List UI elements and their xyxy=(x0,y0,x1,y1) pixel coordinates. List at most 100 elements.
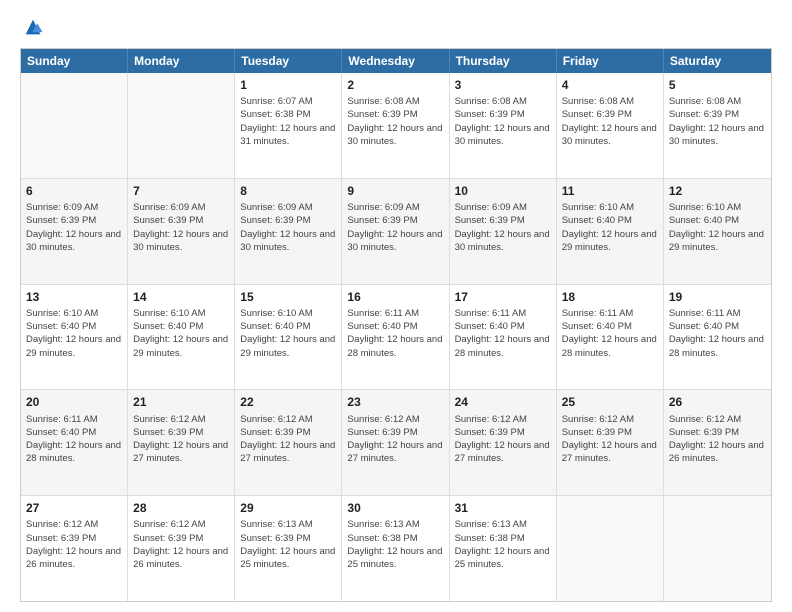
calendar-cell: 23Sunrise: 6:12 AM Sunset: 6:39 PM Dayli… xyxy=(342,390,449,495)
weekday-header: Friday xyxy=(557,49,664,73)
day-info: Sunrise: 6:10 AM Sunset: 6:40 PM Dayligh… xyxy=(26,307,122,360)
calendar-row: 20 Sunrise: 6:11 AM Sunset: 6:40 PM Dayli… xyxy=(21,389,771,495)
day-info: Sunrise: 6:08 AM Sunset: 6:39 PM Dayligh… xyxy=(347,95,443,148)
day-info: Sunrise: 6:10 AM Sunset: 6:40 PM Dayligh… xyxy=(240,307,336,360)
weekday-header: Wednesday xyxy=(342,49,449,73)
day-info: Sunrise: 6:11 AM Sunset: 6:40 PM Dayligh… xyxy=(347,307,443,360)
day-number: 10 xyxy=(455,183,551,199)
weekday-header: Tuesday xyxy=(235,49,342,73)
day-number: 29 xyxy=(240,500,336,516)
day-info: Sunrise: 6:09 AM Sunset: 6:39 PM Dayligh… xyxy=(455,201,551,254)
day-info: Sunrise: 6:12 AM Sunset: 6:39 PM Dayligh… xyxy=(347,413,443,466)
day-number: 19 xyxy=(669,289,766,305)
day-info: Sunrise: 6:12 AM Sunset: 6:39 PM Dayligh… xyxy=(133,518,229,571)
calendar-cell: 19 Sunrise: 6:11 AM Sunset: 6:40 PM Dayli… xyxy=(664,285,771,390)
calendar-row: 27 Sunrise: 6:12 AM Sunset: 6:39 PM Dayli… xyxy=(21,495,771,601)
day-number: 6 xyxy=(26,183,122,199)
calendar-row: 1 Sunrise: 6:07 AM Sunset: 6:38 PM Daylig… xyxy=(21,73,771,178)
day-number: 7 xyxy=(133,183,229,199)
calendar-cell: 12 Sunrise: 6:10 AM Sunset: 6:40 PM Dayli… xyxy=(664,179,771,284)
calendar-cell: 25 Sunrise: 6:12 AM Sunset: 6:39 PM Dayli… xyxy=(557,390,664,495)
day-number: 26 xyxy=(669,394,766,410)
day-info: Sunrise: 6:13 AM Sunset: 6:38 PM Dayligh… xyxy=(455,518,551,571)
calendar: SundayMondayTuesdayWednesdayThursdayFrid… xyxy=(20,48,772,602)
day-number: 12 xyxy=(669,183,766,199)
calendar-cell: 22 Sunrise: 6:12 AM Sunset: 6:39 PM Dayli… xyxy=(235,390,342,495)
calendar-cell: 5 Sunrise: 6:08 AM Sunset: 6:39 PM Daylig… xyxy=(664,73,771,178)
day-info: Sunrise: 6:11 AM Sunset: 6:40 PM Dayligh… xyxy=(26,413,122,466)
calendar-cell xyxy=(557,496,664,601)
calendar-cell: 10 Sunrise: 6:09 AM Sunset: 6:39 PM Dayli… xyxy=(450,179,557,284)
day-info: Sunrise: 6:12 AM Sunset: 6:39 PM Dayligh… xyxy=(562,413,658,466)
calendar-cell: 11 Sunrise: 6:10 AM Sunset: 6:40 PM Dayli… xyxy=(557,179,664,284)
calendar-row: 6 Sunrise: 6:09 AM Sunset: 6:39 PM Daylig… xyxy=(21,178,771,284)
day-number: 5 xyxy=(669,77,766,93)
weekday-header: Saturday xyxy=(664,49,771,73)
calendar-cell: 1 Sunrise: 6:07 AM Sunset: 6:38 PM Daylig… xyxy=(235,73,342,178)
day-number: 22 xyxy=(240,394,336,410)
day-info: Sunrise: 6:11 AM Sunset: 6:40 PM Dayligh… xyxy=(562,307,658,360)
day-info: Sunrise: 6:12 AM Sunset: 6:39 PM Dayligh… xyxy=(455,413,551,466)
calendar-cell xyxy=(128,73,235,178)
day-number: 20 xyxy=(26,394,122,410)
day-number: 1 xyxy=(240,77,336,93)
calendar-cell: 31 Sunrise: 6:13 AM Sunset: 6:38 PM Dayli… xyxy=(450,496,557,601)
day-number: 9 xyxy=(347,183,443,199)
day-info: Sunrise: 6:07 AM Sunset: 6:38 PM Dayligh… xyxy=(240,95,336,148)
calendar-cell: 14 Sunrise: 6:10 AM Sunset: 6:40 PM Dayli… xyxy=(128,285,235,390)
day-number: 18 xyxy=(562,289,658,305)
day-number: 8 xyxy=(240,183,336,199)
day-info: Sunrise: 6:10 AM Sunset: 6:40 PM Dayligh… xyxy=(669,201,766,254)
day-number: 31 xyxy=(455,500,551,516)
calendar-cell: 27 Sunrise: 6:12 AM Sunset: 6:39 PM Dayli… xyxy=(21,496,128,601)
day-info: Sunrise: 6:12 AM Sunset: 6:39 PM Dayligh… xyxy=(669,413,766,466)
day-info: Sunrise: 6:11 AM Sunset: 6:40 PM Dayligh… xyxy=(669,307,766,360)
calendar-cell: 4 Sunrise: 6:08 AM Sunset: 6:39 PM Daylig… xyxy=(557,73,664,178)
day-number: 3 xyxy=(455,77,551,93)
page-header xyxy=(20,16,772,38)
day-number: 15 xyxy=(240,289,336,305)
calendar-cell xyxy=(664,496,771,601)
day-number: 25 xyxy=(562,394,658,410)
day-number: 27 xyxy=(26,500,122,516)
calendar-header: SundayMondayTuesdayWednesdayThursdayFrid… xyxy=(21,49,771,73)
calendar-cell: 17 Sunrise: 6:11 AM Sunset: 6:40 PM Dayli… xyxy=(450,285,557,390)
weekday-header: Monday xyxy=(128,49,235,73)
day-info: Sunrise: 6:10 AM Sunset: 6:40 PM Dayligh… xyxy=(133,307,229,360)
day-info: Sunrise: 6:12 AM Sunset: 6:39 PM Dayligh… xyxy=(26,518,122,571)
calendar-cell: 13 Sunrise: 6:10 AM Sunset: 6:40 PM Dayli… xyxy=(21,285,128,390)
calendar-cell: 2Sunrise: 6:08 AM Sunset: 6:39 PM Daylig… xyxy=(342,73,449,178)
calendar-body: 1 Sunrise: 6:07 AM Sunset: 6:38 PM Daylig… xyxy=(21,73,771,601)
day-number: 13 xyxy=(26,289,122,305)
calendar-cell: 29 Sunrise: 6:13 AM Sunset: 6:39 PM Dayli… xyxy=(235,496,342,601)
day-info: Sunrise: 6:08 AM Sunset: 6:39 PM Dayligh… xyxy=(562,95,658,148)
calendar-cell: 16 Sunrise: 6:11 AM Sunset: 6:40 PM Dayli… xyxy=(342,285,449,390)
day-number: 14 xyxy=(133,289,229,305)
calendar-cell: 3 Sunrise: 6:08 AM Sunset: 6:39 PM Daylig… xyxy=(450,73,557,178)
calendar-cell: 26 Sunrise: 6:12 AM Sunset: 6:39 PM Dayli… xyxy=(664,390,771,495)
day-number: 28 xyxy=(133,500,229,516)
calendar-cell: 15 Sunrise: 6:10 AM Sunset: 6:40 PM Dayli… xyxy=(235,285,342,390)
day-number: 16 xyxy=(347,289,443,305)
calendar-cell: 8Sunrise: 6:09 AM Sunset: 6:39 PM Daylig… xyxy=(235,179,342,284)
day-info: Sunrise: 6:08 AM Sunset: 6:39 PM Dayligh… xyxy=(669,95,766,148)
weekday-header: Thursday xyxy=(450,49,557,73)
calendar-cell xyxy=(21,73,128,178)
calendar-cell: 7 Sunrise: 6:09 AM Sunset: 6:39 PM Daylig… xyxy=(128,179,235,284)
day-number: 11 xyxy=(562,183,658,199)
day-number: 4 xyxy=(562,77,658,93)
day-info: Sunrise: 6:10 AM Sunset: 6:40 PM Dayligh… xyxy=(562,201,658,254)
day-info: Sunrise: 6:13 AM Sunset: 6:39 PM Dayligh… xyxy=(240,518,336,571)
calendar-cell: 6Sunrise: 6:09 AM Sunset: 6:39 PM Daylig… xyxy=(21,179,128,284)
day-info: Sunrise: 6:08 AM Sunset: 6:39 PM Dayligh… xyxy=(455,95,551,148)
calendar-cell: 30Sunrise: 6:13 AM Sunset: 6:38 PM Dayli… xyxy=(342,496,449,601)
calendar-cell: 20 Sunrise: 6:11 AM Sunset: 6:40 PM Dayli… xyxy=(21,390,128,495)
day-info: Sunrise: 6:11 AM Sunset: 6:40 PM Dayligh… xyxy=(455,307,551,360)
weekday-header: Sunday xyxy=(21,49,128,73)
day-info: Sunrise: 6:12 AM Sunset: 6:39 PM Dayligh… xyxy=(240,413,336,466)
day-info: Sunrise: 6:09 AM Sunset: 6:39 PM Dayligh… xyxy=(133,201,229,254)
day-info: Sunrise: 6:09 AM Sunset: 6:39 PM Dayligh… xyxy=(347,201,443,254)
day-number: 17 xyxy=(455,289,551,305)
calendar-row: 13 Sunrise: 6:10 AM Sunset: 6:40 PM Dayli… xyxy=(21,284,771,390)
day-info: Sunrise: 6:13 AM Sunset: 6:38 PM Dayligh… xyxy=(347,518,443,571)
